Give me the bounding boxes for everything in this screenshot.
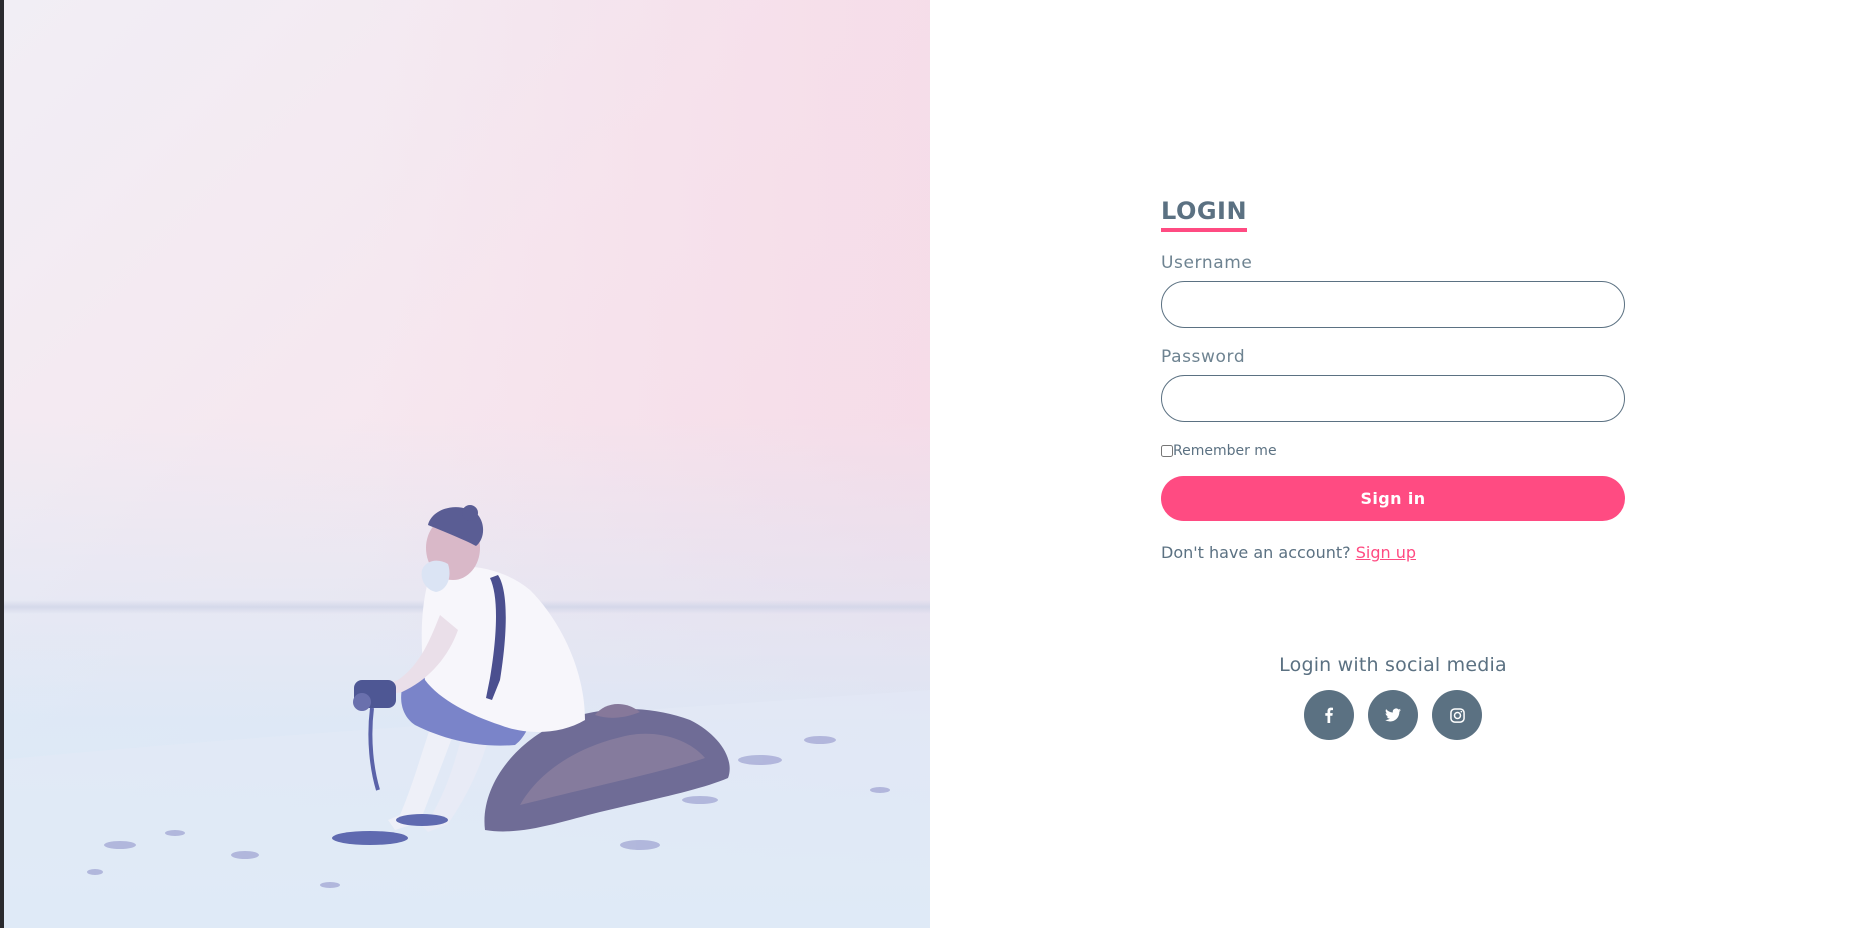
login-form: LOGIN Username Password Remember me Sign… (1161, 196, 1625, 562)
instagram-icon (1449, 707, 1465, 723)
username-label: Username (1161, 253, 1253, 273)
password-input[interactable] (1161, 375, 1625, 422)
login-title: LOGIN (1161, 196, 1248, 232)
twitter-icon (1385, 708, 1401, 722)
social-icon-row (1161, 690, 1625, 740)
signup-prompt-row: Don't have an account? Sign up (1161, 543, 1625, 562)
remember-me-row: Remember me (1161, 442, 1625, 460)
sign-in-button[interactable]: Sign in (1161, 476, 1625, 521)
social-login-section: Login with social media (1161, 652, 1625, 740)
social-login-title: Login with social media (1279, 654, 1507, 676)
facebook-login-button[interactable] (1304, 690, 1354, 740)
facebook-icon (1325, 707, 1333, 723)
login-page: LOGIN Username Password Remember me Sign… (0, 0, 1852, 928)
login-panel: LOGIN Username Password Remember me Sign… (930, 0, 1852, 928)
signup-prompt-text: Don't have an account? (1161, 543, 1351, 562)
remember-me-checkbox[interactable] (1161, 445, 1173, 457)
username-input[interactable] (1161, 281, 1625, 328)
hero-image (0, 0, 930, 928)
window-edge (0, 0, 4, 928)
password-label: Password (1161, 347, 1246, 367)
remember-me-label: Remember me (1173, 443, 1277, 459)
beach-photo-illustration (0, 505, 930, 928)
instagram-login-button[interactable] (1432, 690, 1482, 740)
twitter-login-button[interactable] (1368, 690, 1418, 740)
sign-up-link[interactable]: Sign up (1356, 543, 1416, 562)
